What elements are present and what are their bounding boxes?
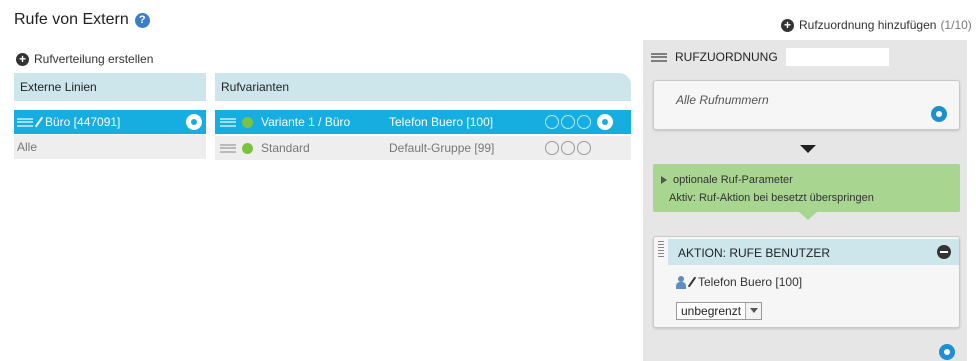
gear-icon[interactable] <box>939 344 955 360</box>
gear-icon[interactable] <box>597 114 613 130</box>
call-variant-row-1[interactable]: Variante 1 / Büro Telefon Buero [100] <box>215 110 631 134</box>
optional-params-label: optionale Ruf-Parameter <box>673 174 793 186</box>
plus-circle-icon: + <box>781 18 794 32</box>
unavailable-icon[interactable] <box>577 141 591 155</box>
plus-circle-icon: + <box>16 52 29 66</box>
busy-icon[interactable] <box>545 115 559 129</box>
assignment-name-input[interactable] <box>785 48 889 66</box>
external-line-label: Alle <box>17 140 38 154</box>
assignment-title: RUFZUORDNUNG <box>675 50 778 64</box>
duration-value: unbegrenzt <box>681 304 742 318</box>
no-answer-icon[interactable] <box>561 141 575 155</box>
assignment-counter: (1/10) <box>940 18 972 32</box>
add-assignment-button[interactable]: + Rufzuordnung hinzufügen (1/10) <box>781 18 972 32</box>
optional-params-box[interactable]: optionale Ruf-Parameter Aktiv: Ruf-Aktio… <box>653 164 960 212</box>
page-title-text: Rufe von Extern <box>14 11 129 28</box>
status-active-icon <box>242 116 253 128</box>
variant-target: Default-Gruppe [99] <box>389 141 495 155</box>
numbers-label: Alle Rufnummern <box>676 93 769 107</box>
external-line-label: Büro [447091] <box>45 115 121 129</box>
help-icon[interactable]: ? <box>134 12 150 28</box>
edit-pencil-icon[interactable] <box>34 116 44 128</box>
drag-handle-icon[interactable] <box>220 143 236 153</box>
create-distribution-button[interactable]: + Rufverteilung erstellen <box>16 52 153 66</box>
unavailable-icon[interactable] <box>577 115 591 129</box>
variant-name: Standard <box>261 141 310 155</box>
status-active-icon <box>242 142 253 154</box>
drag-handle-icon[interactable] <box>658 241 664 259</box>
call-variants-header: Rufvarianten <box>215 73 631 101</box>
no-answer-icon[interactable] <box>561 115 575 129</box>
action-box: AKTION: RUFE BENUTZER Telefon Buero [100… <box>653 236 960 328</box>
busy-icon[interactable] <box>545 141 559 155</box>
variant-name: Variante 1 / Büro <box>261 115 351 129</box>
page-title: Rufe von Extern ? <box>14 11 150 29</box>
action-user-label: Telefon Buero [100] <box>698 275 803 289</box>
create-distribution-label: Rufverteilung erstellen <box>34 52 154 66</box>
remove-icon[interactable] <box>937 245 951 259</box>
chevron-down-icon[interactable] <box>745 303 762 319</box>
drag-handle-icon[interactable] <box>651 52 667 62</box>
down-arrow-icon <box>800 145 816 153</box>
action-user: Telefon Buero [100] <box>676 275 802 289</box>
add-assignment-label: Rufzuordnung hinzufügen <box>799 18 937 32</box>
external-line-row-buero[interactable]: Büro [447091] <box>14 110 206 134</box>
duration-select[interactable]: unbegrenzt <box>676 302 763 320</box>
assignment-header: RUFZUORDNUNG <box>651 48 889 66</box>
external-lines-header: Externe Linien <box>14 73 206 101</box>
external-line-row-alle[interactable]: Alle <box>14 135 206 159</box>
gear-icon[interactable] <box>931 106 947 122</box>
call-variant-row-standard[interactable]: Standard Default-Gruppe [99] <box>215 136 631 160</box>
user-icon <box>676 276 686 289</box>
variant-target: Telefon Buero [100] <box>389 115 494 129</box>
notch-arrow-icon <box>799 212 817 220</box>
optional-params-active: Aktiv: Ruf-Aktion bei besetzt überspring… <box>669 192 874 204</box>
optional-params-toggle[interactable]: optionale Ruf-Parameter <box>661 174 793 186</box>
drag-handle-icon[interactable] <box>17 117 33 127</box>
expand-triangle-icon <box>661 176 667 184</box>
action-title-text: AKTION: RUFE BENUTZER <box>678 246 831 260</box>
numbers-box[interactable]: Alle Rufnummern <box>653 80 960 130</box>
gear-icon[interactable] <box>186 114 202 130</box>
edit-pencil-icon[interactable] <box>687 276 697 288</box>
action-title: AKTION: RUFE BENUTZER <box>668 239 959 265</box>
drag-handle-icon[interactable] <box>220 117 236 127</box>
